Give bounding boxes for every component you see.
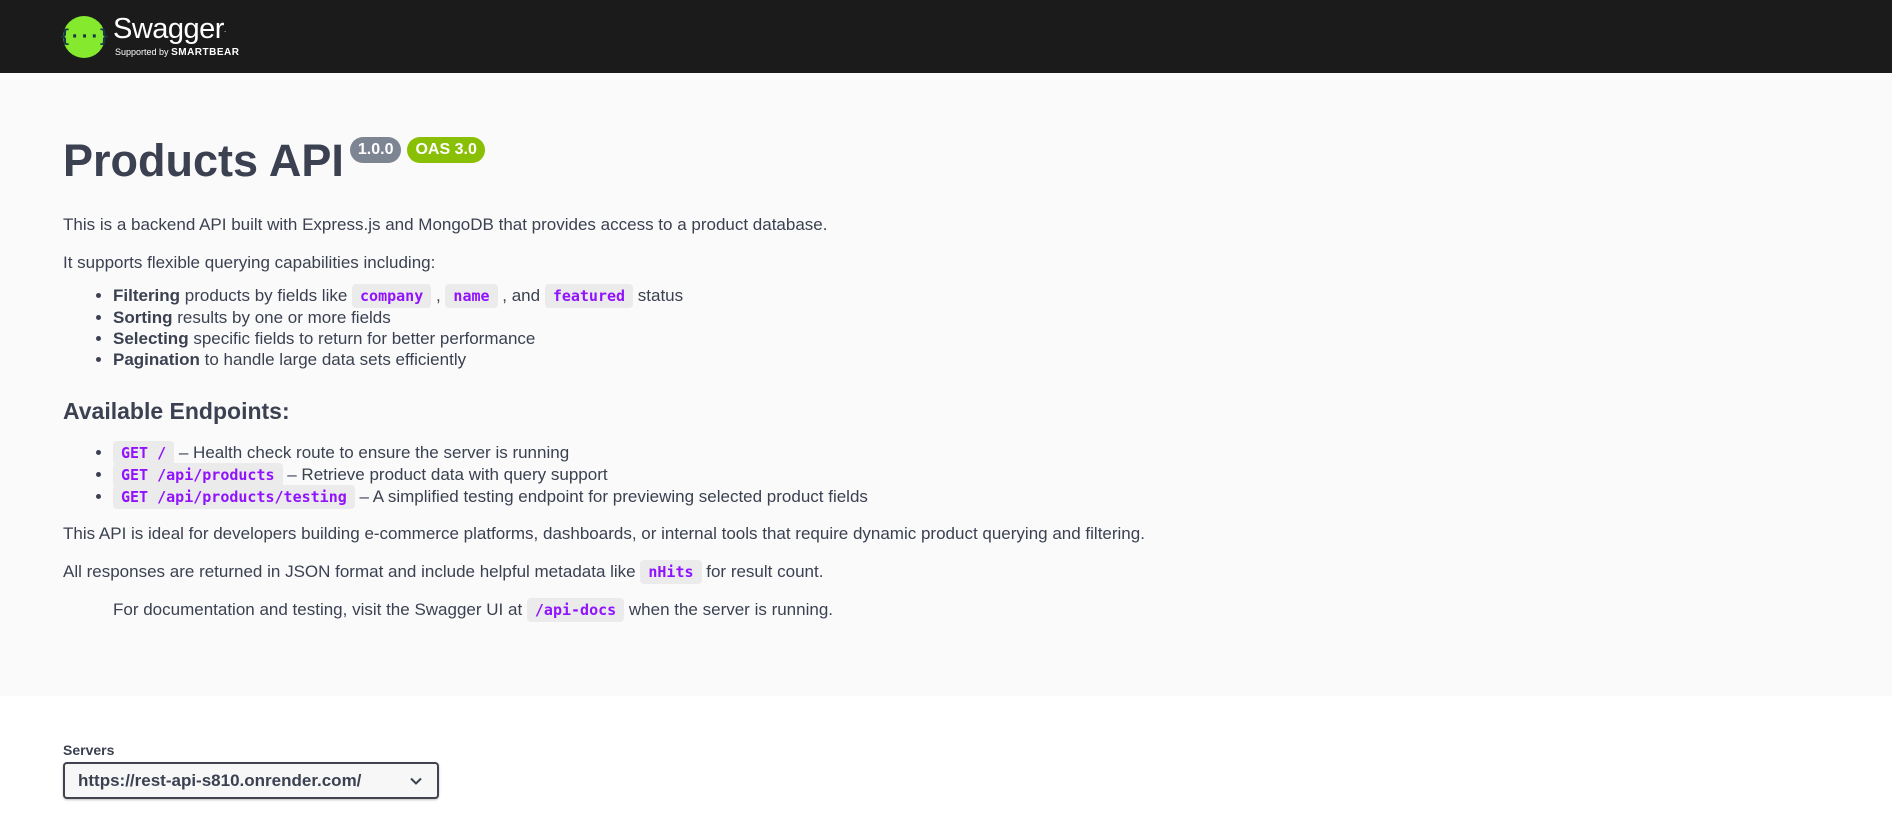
- info-section: Products API 1.0.0 OAS 3.0 This is a bac…: [0, 73, 1892, 696]
- swagger-logo-link[interactable]: {···} Swagger. Supported by SMARTBEAR: [59, 13, 240, 59]
- list-item: Selecting specific fields to return for …: [113, 328, 1829, 349]
- ideal-text: This API is ideal for developers buildin…: [63, 524, 1145, 543]
- logo-subtitle: Supported by SMARTBEAR: [115, 47, 240, 58]
- code-nhits: nHits: [640, 560, 702, 584]
- json-text: All responses are returned in JSON forma…: [63, 560, 1829, 584]
- logo-text: Swagger. Supported by SMARTBEAR: [113, 13, 240, 59]
- endpoints-list: GET / – Health check route to ensure the…: [63, 441, 1829, 509]
- oas-badge: OAS 3.0: [407, 137, 485, 163]
- list-item: Filtering products by fields like compan…: [113, 284, 1829, 308]
- intro-text: This is a backend API built with Express…: [63, 215, 828, 234]
- title-row: Products API 1.0.0 OAS 3.0: [63, 135, 1829, 187]
- swagger-logo-icon: {···}: [59, 15, 110, 58]
- code-name: name: [445, 284, 498, 308]
- endpoint-code: GET /: [113, 441, 175, 465]
- servers-select[interactable]: https://rest-api-s810.onrender.com/: [63, 762, 439, 799]
- servers-label: Servers: [63, 742, 115, 758]
- servers-selected-value: https://rest-api-s810.onrender.com/: [78, 770, 362, 790]
- endpoint-code: GET /api/products/testing: [113, 485, 355, 509]
- endpoint-code: GET /api/products: [113, 463, 283, 487]
- docs-text: For documentation and testing, visit the…: [63, 598, 1829, 622]
- chevron-down-icon: [410, 777, 422, 785]
- endpoint-item: GET / – Health check route to ensure the…: [113, 441, 1829, 465]
- code-featured: featured: [544, 284, 634, 308]
- topbar: {···} Swagger. Supported by SMARTBEAR: [0, 0, 1892, 73]
- logo-title: Swagger.: [113, 13, 226, 45]
- code-company: company: [352, 284, 432, 308]
- code-api-docs: /api-docs: [526, 598, 625, 622]
- version-badge: 1.0.0: [349, 137, 402, 163]
- page-title: Products API: [63, 135, 344, 186]
- endpoint-item: GET /api/products – Retrieve product dat…: [113, 463, 1829, 487]
- list-item: Pagination to handle large data sets eff…: [113, 349, 1829, 370]
- list-item: Sorting results by one or more fields: [113, 307, 1829, 328]
- features-list: Filtering products by fields like compan…: [63, 284, 1829, 370]
- endpoints-heading: Available Endpoints:: [63, 398, 290, 424]
- endpoint-item: GET /api/products/testing – A simplified…: [113, 485, 1829, 509]
- servers-section: Servers https://rest-api-s810.onrender.c…: [0, 696, 1892, 799]
- supports-text: It supports flexible querying capabiliti…: [63, 253, 436, 272]
